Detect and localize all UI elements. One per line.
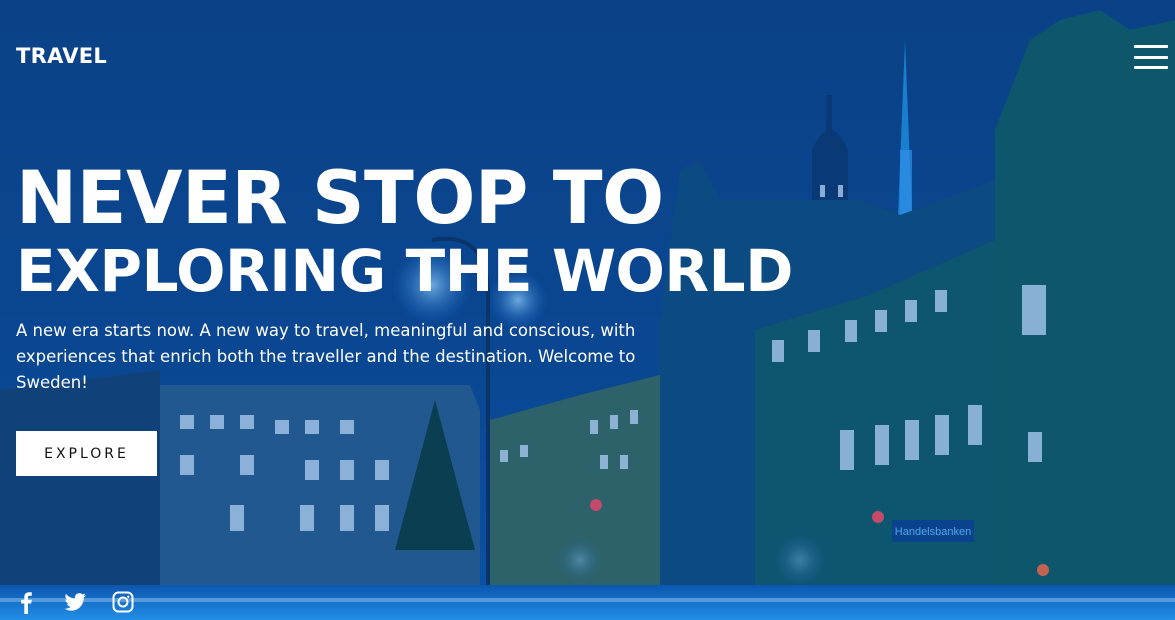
- hamburger-menu-icon[interactable]: [1134, 44, 1168, 70]
- hero-headline-line2: EXPLORING THE WORLD: [16, 237, 793, 305]
- menu-bar-1: [1134, 45, 1168, 48]
- site-logo[interactable]: TRAVEL: [16, 44, 107, 68]
- facebook-icon[interactable]: [14, 590, 40, 614]
- menu-bar-3: [1134, 66, 1168, 69]
- instagram-icon[interactable]: [110, 590, 136, 614]
- menu-bar-2: [1134, 55, 1168, 59]
- twitter-icon[interactable]: [62, 590, 88, 614]
- site-header: TRAVEL: [0, 0, 1175, 115]
- hero-headline-line1: NEVER STOP TO: [16, 156, 664, 241]
- hero-description: A new era starts now. A new way to trave…: [16, 321, 636, 392]
- explore-button[interactable]: EXPLORE: [16, 431, 157, 476]
- social-links: [14, 590, 136, 614]
- hero-content: NEVER STOP TO EXPLORING THE WORLD A new …: [16, 156, 793, 396]
